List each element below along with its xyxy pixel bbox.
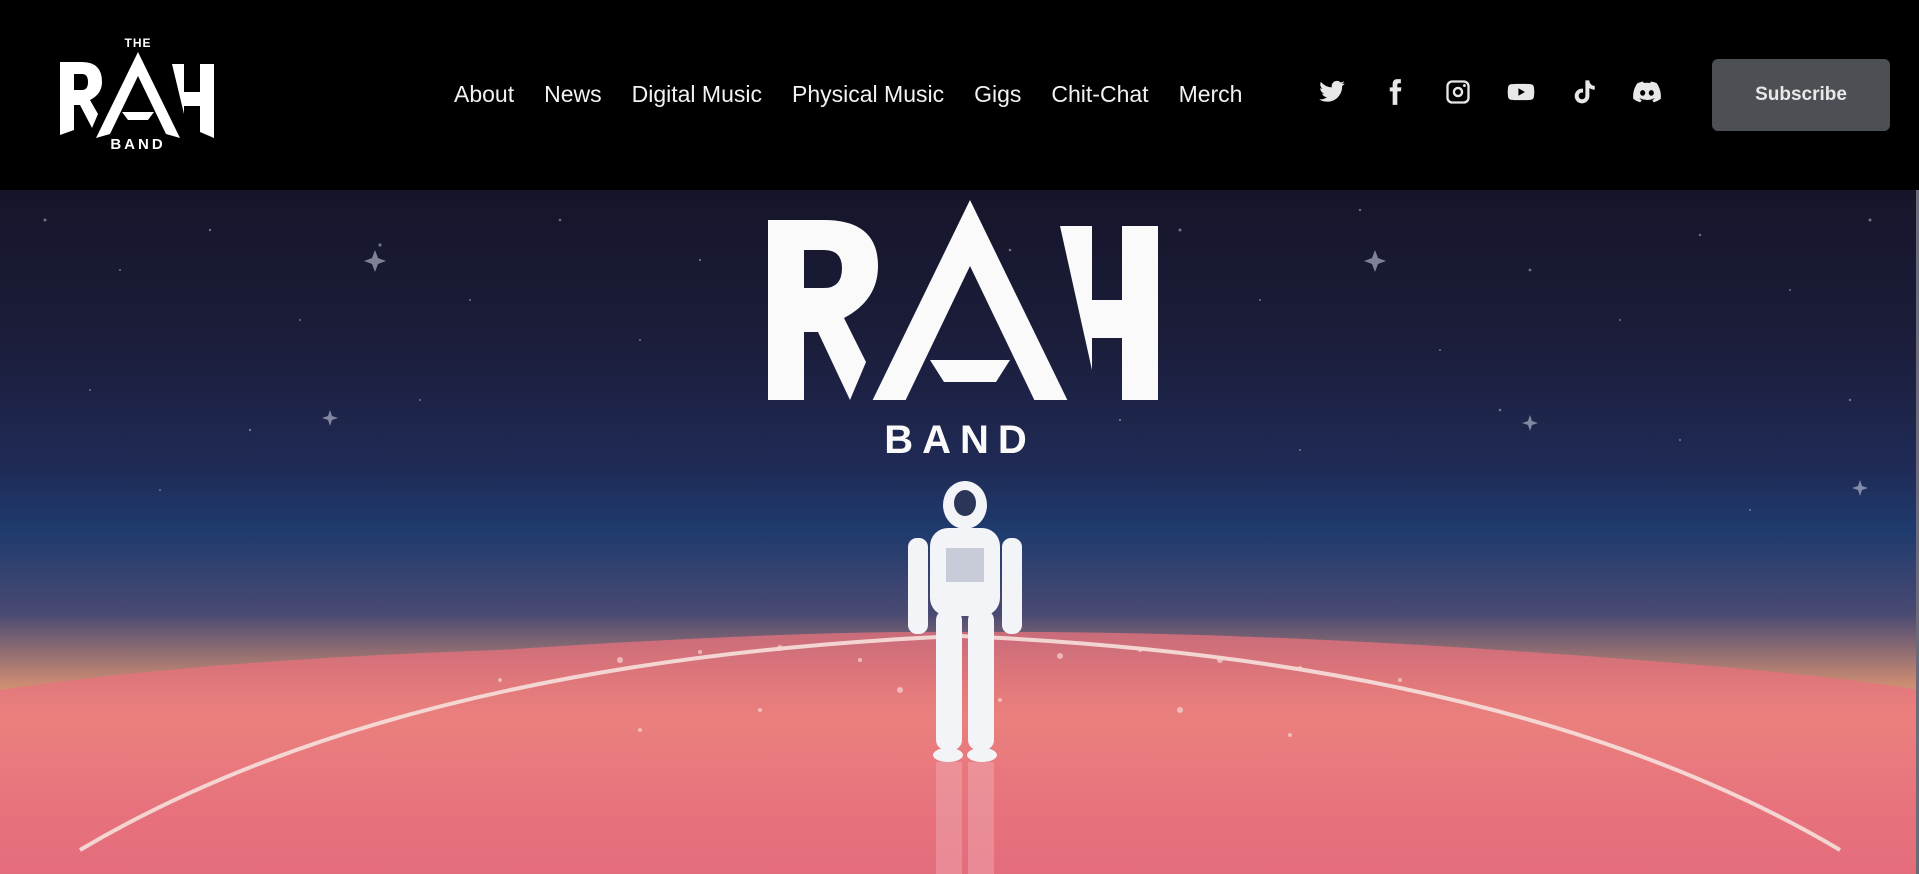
- nav-digital-music[interactable]: Digital Music: [632, 81, 762, 108]
- social-links: [1316, 76, 1694, 108]
- twitter-icon[interactable]: [1316, 76, 1348, 108]
- site-logo[interactable]: THE BAND: [58, 36, 218, 154]
- logo-band: BAND: [110, 136, 166, 153]
- logo-rah-mark: [60, 52, 214, 138]
- discord-icon[interactable]: [1631, 76, 1663, 108]
- nav-gigs[interactable]: Gigs: [974, 81, 1021, 108]
- logo-the: THE: [124, 36, 152, 50]
- nav-about[interactable]: About: [454, 81, 514, 108]
- youtube-icon[interactable]: [1505, 76, 1537, 108]
- nav-physical-music[interactable]: Physical Music: [792, 81, 944, 108]
- subscribe-button[interactable]: Subscribe: [1712, 59, 1890, 131]
- facebook-icon[interactable]: [1379, 76, 1411, 108]
- hero-band-text: BAND: [884, 418, 1036, 462]
- nav-chit-chat[interactable]: Chit-Chat: [1051, 81, 1148, 108]
- nav-news[interactable]: News: [544, 81, 602, 108]
- site-header: THE BAND About News Digital Music Physic…: [0, 0, 1919, 190]
- nav-merch[interactable]: Merch: [1179, 81, 1243, 108]
- hero-rah-mark: [768, 200, 1158, 400]
- instagram-icon[interactable]: [1442, 76, 1474, 108]
- hero-banner: BAND: [0, 190, 1919, 874]
- tiktok-icon[interactable]: [1568, 76, 1600, 108]
- hero-band-logo: BAND: [760, 190, 1160, 470]
- main-nav: About News Digital Music Physical Music …: [454, 78, 1272, 110]
